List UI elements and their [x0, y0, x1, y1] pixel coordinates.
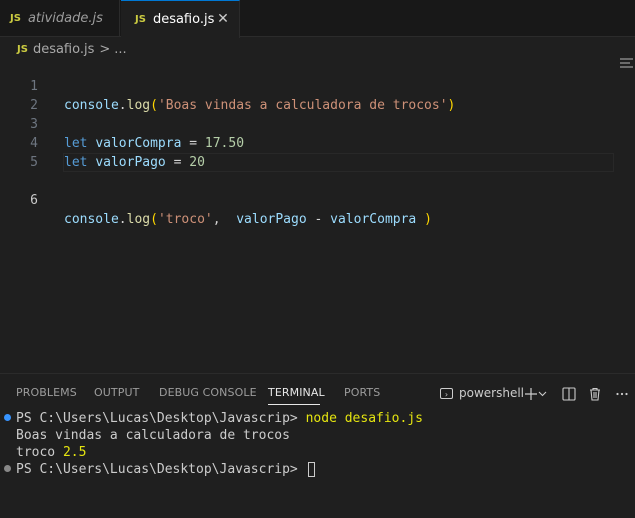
- code-line: 4 let valorPago = 20: [0, 115, 635, 170]
- terminal-line: PS C:\Users\Lucas\Desktop\Javascrip> nod…: [16, 410, 423, 427]
- bottom-panel: PROBLEMS OUTPUT DEBUG CONSOLE TERMINAL P…: [0, 373, 635, 518]
- token: valorPago: [236, 212, 307, 227]
- code-line: 5: [0, 134, 635, 170]
- command-success-dot-icon[interactable]: [4, 414, 11, 421]
- token: console: [64, 212, 119, 227]
- chevron-down-icon[interactable]: [536, 383, 548, 403]
- tab-terminal[interactable]: TERMINAL: [268, 386, 325, 399]
- code-editor[interactable]: 1 console.log('Boas vindas a calculadora…: [0, 58, 635, 373]
- panel-tabs: PROBLEMS OUTPUT DEBUG CONSOLE TERMINAL P…: [0, 374, 635, 410]
- token: 'troco': [157, 212, 213, 227]
- token: ,: [212, 212, 221, 227]
- terminal-selector[interactable]: › powershell: [440, 383, 524, 403]
- chevron-right-icon: >: [99, 41, 111, 57]
- token: .: [118, 212, 127, 227]
- javascript-file-icon: JS: [10, 13, 21, 24]
- tab-ports[interactable]: PORTS: [344, 386, 380, 399]
- more-icon[interactable]: [612, 383, 632, 403]
- command-idle-dot-icon: [4, 465, 11, 472]
- token: ): [424, 212, 432, 227]
- command: node desafio.js: [305, 411, 423, 426]
- tab-atividade-js[interactable]: JS atividade.js: [0, 0, 120, 37]
- tab-label: atividade.js: [27, 11, 103, 26]
- breadcrumb-more[interactable]: ...: [114, 42, 126, 57]
- terminal-icon: ›: [440, 387, 453, 399]
- prompt: PS C:\Users\Lucas\Desktop\Javascrip>: [16, 462, 298, 477]
- editor-tab-bar: JS atividade.js JS desafio.js ✕: [0, 0, 635, 38]
- tab-label: desafio.js: [152, 12, 215, 27]
- terminal-line: troco 2.5: [16, 444, 86, 461]
- close-icon[interactable]: ✕: [216, 12, 230, 26]
- tab-desafio-js[interactable]: JS desafio.js ✕: [121, 0, 240, 38]
- trash-icon[interactable]: [585, 383, 605, 403]
- breadcrumb-file[interactable]: desafio.js: [33, 42, 94, 57]
- tab-output[interactable]: OUTPUT: [94, 386, 139, 399]
- prompt: PS C:\Users\Lucas\Desktop\Javascrip>: [16, 411, 298, 426]
- token: (: [150, 212, 158, 227]
- token: -: [314, 212, 323, 227]
- javascript-file-icon: JS: [135, 14, 146, 25]
- shell-label: powershell: [459, 386, 524, 400]
- code-line: 3 let valorCompra = 17.50: [0, 96, 635, 151]
- tab-debug-console[interactable]: DEBUG CONSOLE: [159, 386, 257, 399]
- terminal-cursor: [307, 462, 315, 477]
- terminal-line: PS C:\Users\Lucas\Desktop\Javascrip>: [16, 461, 315, 478]
- line-number: 6: [30, 193, 38, 208]
- code-line: 2: [0, 77, 635, 113]
- code-line-current: 6 console.log('troco', valorPago - valor…: [0, 153, 635, 227]
- token: log: [126, 212, 151, 227]
- output-number: 2.5: [62, 445, 87, 460]
- terminal-line: Boas vindas a calculadora de trocos: [16, 428, 290, 443]
- breadcrumb: JS desafio.js > ...: [0, 38, 635, 60]
- active-tab-indicator: [268, 404, 320, 405]
- token: valorCompra: [330, 212, 417, 227]
- javascript-file-icon: JS: [17, 43, 28, 55]
- tab-problems[interactable]: PROBLEMS: [16, 386, 77, 399]
- split-terminal-icon[interactable]: [559, 383, 579, 403]
- code-line: 1 console.log('Boas vindas a calculadora…: [0, 58, 635, 113]
- output-text: troco: [16, 445, 56, 460]
